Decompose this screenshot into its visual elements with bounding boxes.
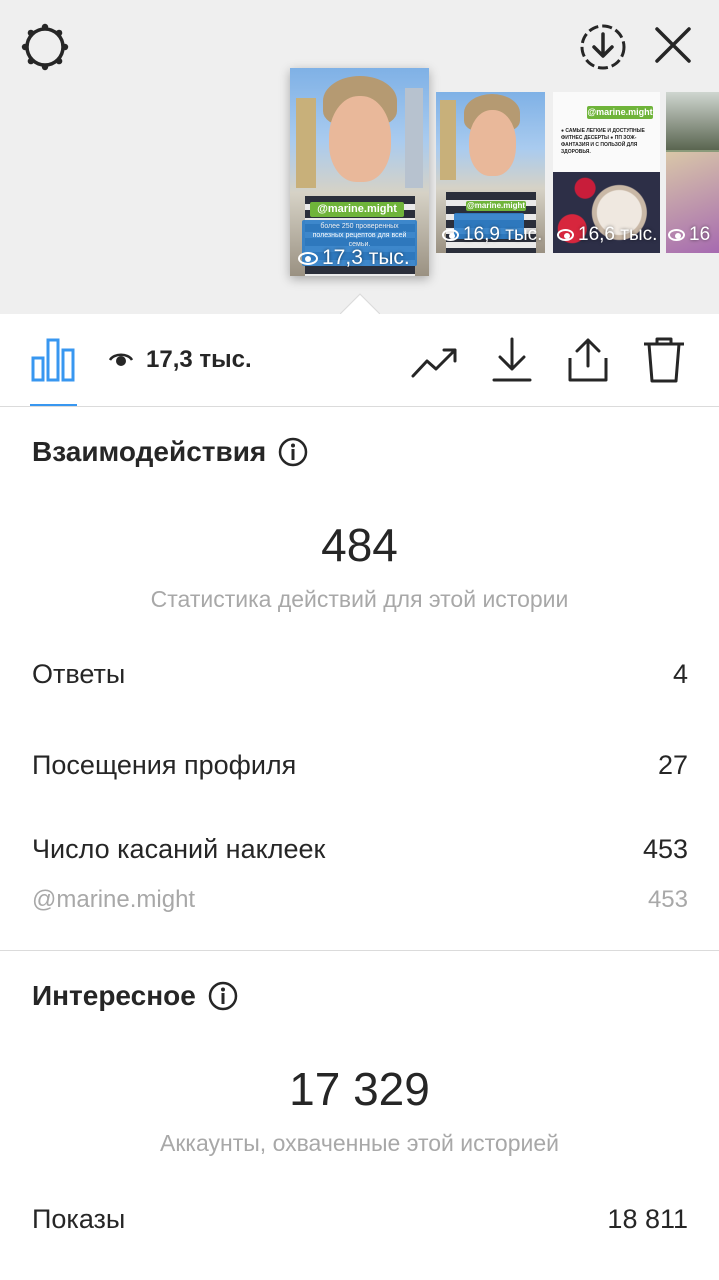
stat-label: Показы — [32, 1204, 126, 1234]
story-views-overlay: 16,9 тыс. — [442, 224, 542, 246]
views-count: 17,3 тыс. — [108, 346, 252, 374]
stat-value: 18 811 — [607, 1204, 688, 1234]
stat-subrow-mention: @marine.might 453 — [32, 886, 688, 914]
story-views-overlay: 17,3 тыс. — [298, 246, 410, 270]
delete-trash-icon[interactable] — [642, 336, 686, 384]
stat-row-sticker-taps: Число касаний наклеек 453 — [32, 834, 688, 865]
interactions-subtitle: Статистика действий для этой истории — [150, 586, 569, 612]
story-text: ● САМЫЕ ЛЁГКИЕ И ДОСТУПНЫЕ ФИТНЕС ДЕСЕРТ… — [561, 128, 645, 155]
close-icon[interactable] — [652, 24, 694, 66]
download-circle-icon[interactable] — [578, 22, 628, 72]
views-count-text: 17,3 тыс. — [146, 346, 252, 373]
insights-tab-indicator — [30, 404, 77, 406]
eye-icon — [668, 228, 685, 241]
stat-row-replies: Ответы 4 — [32, 659, 688, 690]
eye-icon — [298, 251, 318, 265]
story-toolbar: 17,3 тыс. — [0, 314, 719, 407]
interactions-section-title: Взаимодействия — [32, 436, 308, 468]
story-views-overlay: 16 — [668, 224, 710, 246]
selection-pointer — [340, 293, 380, 315]
discovery-subtitle: Аккаунты, охваченные этой историей — [160, 1130, 559, 1156]
eye-icon — [108, 353, 134, 366]
discovery-section-title: Интересное — [32, 980, 238, 1012]
discovery-total: 17 329 — [289, 1063, 430, 1115]
stat-row-impressions: Показы 18 811 — [32, 1204, 688, 1235]
settings-gear-icon[interactable] — [20, 22, 70, 72]
interactions-total: 484 — [321, 519, 398, 571]
stat-value: 4 — [672, 659, 688, 689]
stories-strip: @marine.might более 250 проверенных поле… — [0, 0, 719, 315]
story-thumbnail[interactable]: @marine.might ● САМЫЕ ЛЁГКИЕ И ДОСТУПНЫЕ… — [553, 92, 660, 253]
stat-label: Число касаний наклеек — [32, 834, 326, 864]
mention-sticker: @marine.might — [466, 201, 526, 211]
eye-icon — [557, 228, 574, 241]
trend-arrow-icon[interactable] — [410, 344, 460, 380]
story-thumbnail[interactable]: 16 — [666, 92, 719, 253]
stat-label: Посещения профиля — [32, 750, 297, 780]
mention-sticker: @marine.might — [310, 202, 404, 217]
stat-value: 27 — [657, 750, 688, 780]
info-icon[interactable] — [208, 981, 238, 1011]
eye-icon — [442, 228, 459, 241]
share-icon[interactable] — [566, 336, 610, 384]
story-views-overlay: 16,6 тыс. — [557, 224, 657, 246]
mention-sticker: @marine.might — [587, 106, 653, 119]
stat-subvalue: 453 — [647, 886, 688, 913]
story-thumbnail-selected[interactable]: @marine.might более 250 проверенных поле… — [290, 68, 429, 276]
story-thumbnail[interactable]: @marine.might 16,9 тыс. — [436, 92, 545, 253]
insights-bar-chart-icon[interactable] — [30, 336, 77, 383]
info-icon[interactable] — [278, 437, 308, 467]
stat-row-profile-visits: Посещения профиля 27 — [32, 750, 688, 781]
stat-value: 453 — [642, 834, 688, 864]
section-divider — [0, 950, 719, 951]
stat-label: Ответы — [32, 659, 126, 689]
stat-sublabel: @marine.might — [32, 886, 196, 913]
download-icon[interactable] — [491, 336, 533, 384]
